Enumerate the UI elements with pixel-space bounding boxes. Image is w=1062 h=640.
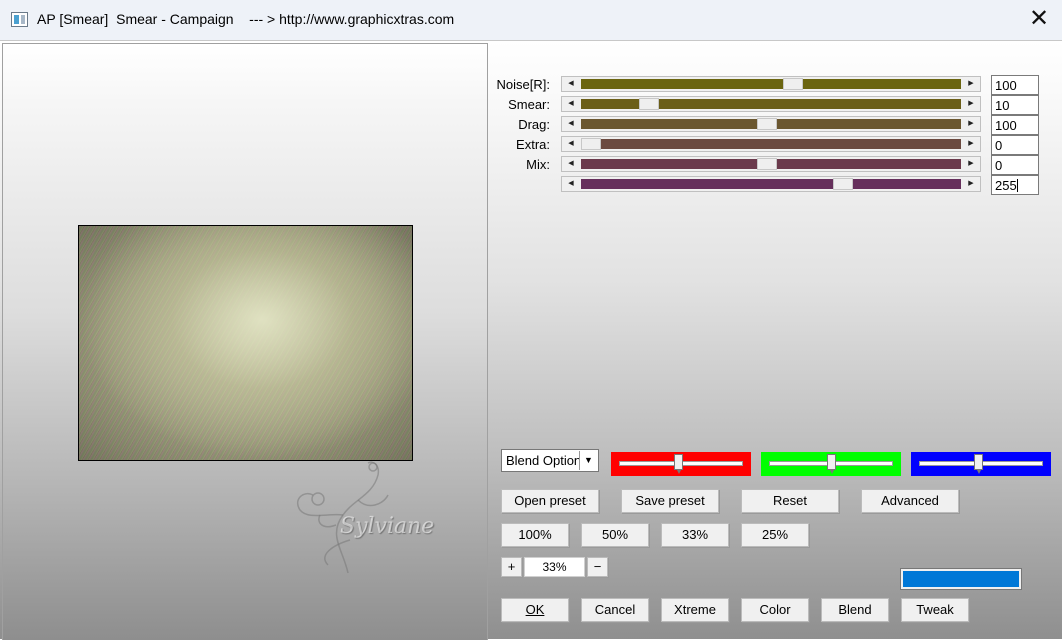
slider-track[interactable]: ◀ ▶ <box>561 96 981 112</box>
app-window-icon <box>11 12 28 27</box>
blue-channel-slider[interactable] <box>911 452 1051 476</box>
zoom-out-button[interactable]: − <box>587 557 608 577</box>
zoom-50-button[interactable]: 50% <box>581 523 649 547</box>
blue-slider-handle[interactable] <box>974 454 984 474</box>
zoom-100-button[interactable]: 100% <box>501 523 569 547</box>
slider-value-field[interactable]: 255 <box>991 175 1039 195</box>
scroll-right-arrow-icon[interactable]: ▶ <box>962 77 980 91</box>
slider-fill <box>581 79 961 89</box>
slider-row: Mix: ◀ ▶ 0 <box>490 155 1050 175</box>
window-title: AP [Smear] Smear - Campaign --- > http:/… <box>37 11 455 27</box>
open-preset-button[interactable]: Open preset <box>501 489 599 513</box>
zoom-in-button[interactable]: + <box>501 557 522 577</box>
slider-track[interactable]: ◀ ▶ <box>561 156 981 172</box>
slider-thumb[interactable] <box>638 98 659 110</box>
slider-label: Smear: <box>508 97 550 112</box>
scroll-right-arrow-icon[interactable]: ▶ <box>962 117 980 131</box>
ok-button[interactable]: OK <box>501 598 569 622</box>
slider-row: Extra: ◀ ▶ 0 <box>490 135 1050 155</box>
slider-value-field[interactable]: 10 <box>991 95 1039 115</box>
slider-thumb[interactable] <box>782 78 803 90</box>
slider-value-field[interactable]: 100 <box>991 75 1039 95</box>
scroll-left-arrow-icon[interactable]: ◀ <box>562 77 580 91</box>
preview-panel <box>2 43 488 640</box>
slider-value-text: 100 <box>995 78 1017 93</box>
slider-value-field[interactable]: 100 <box>991 115 1039 135</box>
slider-row: ◀ ▶ 255 <box>490 175 1050 195</box>
scroll-left-arrow-icon[interactable]: ◀ <box>562 97 580 111</box>
scroll-left-arrow-icon[interactable]: ◀ <box>562 177 580 191</box>
cancel-button[interactable]: Cancel <box>581 598 649 622</box>
title-bar: AP [Smear] Smear - Campaign --- > http:/… <box>0 0 1062 40</box>
slider-value-text: 255 <box>995 178 1017 193</box>
xtreme-button[interactable]: Xtreme <box>661 598 729 622</box>
slider-value-text: 0 <box>995 158 1003 173</box>
scroll-left-arrow-icon[interactable]: ◀ <box>562 117 580 131</box>
scroll-right-arrow-icon[interactable]: ▶ <box>962 137 980 151</box>
zoom-33-button[interactable]: 33% <box>661 523 729 547</box>
red-channel-slider[interactable] <box>611 452 751 476</box>
slider-label: Noise[R]: <box>496 77 550 92</box>
dropdown-arrow-icon[interactable]: ▼ <box>579 451 597 470</box>
blend-button[interactable]: Blend <box>821 598 889 622</box>
dialog-client-area: Sylviane Noise[R]: ◀ ▶ 100 Smear: ◀ ▶ 10 Drag: ◀ ▶… <box>0 40 1062 640</box>
slider-label: Extra: <box>516 137 550 152</box>
slider-row: Smear: ◀ ▶ 10 <box>490 95 1050 115</box>
slider-value-text: 0 <box>995 138 1003 153</box>
scroll-right-arrow-icon[interactable]: ▶ <box>962 177 980 191</box>
green-slider-handle[interactable] <box>826 454 836 474</box>
slider-fill <box>581 179 961 189</box>
slider-label: Drag: <box>518 117 550 132</box>
slider-row: Noise[R]: ◀ ▶ 100 <box>490 75 1050 95</box>
ok-button-label: OK <box>525 602 545 617</box>
red-slider-handle[interactable] <box>674 454 684 474</box>
tweak-button[interactable]: Tweak <box>901 598 969 622</box>
save-preset-button[interactable]: Save preset <box>621 489 719 513</box>
color-swatch[interactable] <box>900 568 1022 590</box>
watermark-signature: Sylviane <box>340 514 435 539</box>
reset-button[interactable]: Reset <box>741 489 839 513</box>
preview-image[interactable] <box>78 225 413 461</box>
zoom-level-field[interactable]: 33% <box>524 557 585 577</box>
text-caret <box>1016 179 1018 192</box>
slider-thumb[interactable] <box>757 158 778 170</box>
slider-track[interactable]: ◀ ▶ <box>561 116 981 132</box>
close-button[interactable]: ✕ <box>1020 4 1058 34</box>
slider-track[interactable]: ◀ ▶ <box>561 76 981 92</box>
green-channel-slider[interactable] <box>761 452 901 476</box>
slider-track[interactable]: ◀ ▶ <box>561 136 981 152</box>
scroll-left-arrow-icon[interactable]: ◀ <box>562 157 580 171</box>
advanced-button[interactable]: Advanced <box>861 489 959 513</box>
slider-thumb[interactable] <box>757 118 778 130</box>
color-button[interactable]: Color <box>741 598 809 622</box>
slider-label: Mix: <box>526 157 550 172</box>
scroll-right-arrow-icon[interactable]: ▶ <box>962 157 980 171</box>
scroll-right-arrow-icon[interactable]: ▶ <box>962 97 980 111</box>
slider-fill <box>581 139 961 149</box>
scroll-left-arrow-icon[interactable]: ◀ <box>562 137 580 151</box>
zoom-25-button[interactable]: 25% <box>741 523 809 547</box>
blend-options-dropdown[interactable]: Blend Options ▼ <box>501 449 599 472</box>
slider-thumb[interactable] <box>833 178 853 190</box>
slider-thumb[interactable] <box>581 138 601 150</box>
blend-options-selected: Blend Options <box>506 453 588 468</box>
slider-track[interactable]: ◀ ▶ <box>561 176 981 192</box>
slider-value-field[interactable]: 0 <box>991 155 1039 175</box>
slider-value-text: 100 <box>995 118 1017 133</box>
slider-value-text: 10 <box>995 98 1010 113</box>
slider-value-field[interactable]: 0 <box>991 135 1039 155</box>
slider-row: Drag: ◀ ▶ 100 <box>490 115 1050 135</box>
